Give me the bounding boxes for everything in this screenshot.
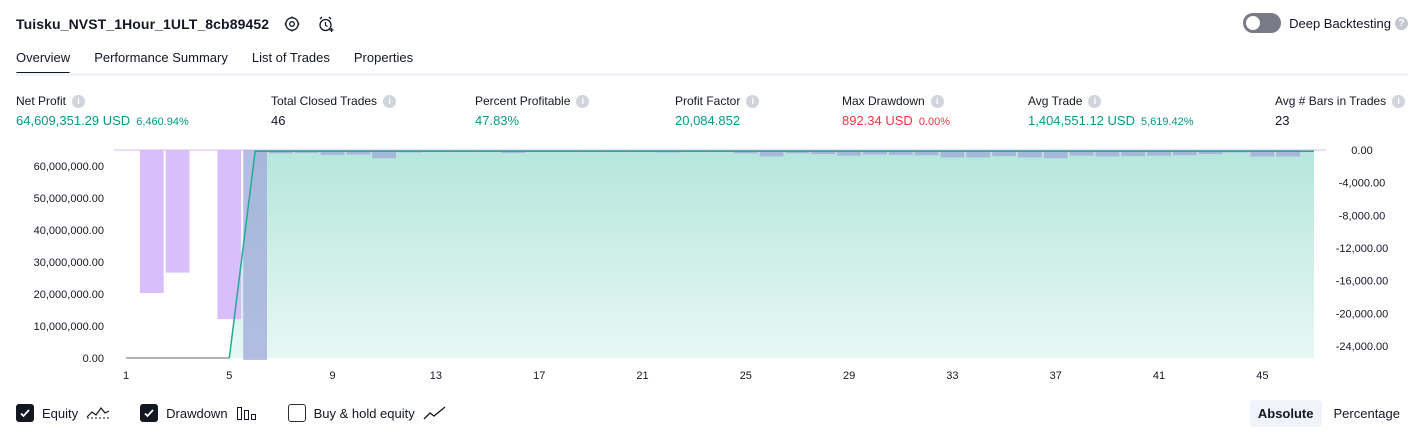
metric-value: 64,609,351.29 USD	[16, 113, 131, 128]
metric-label: Avg # Bars in Trades	[1275, 94, 1387, 108]
absolute-button[interactable]: Absolute	[1249, 400, 1322, 427]
metric-value: 23	[1275, 113, 1290, 128]
legend-equity[interactable]: Equity	[16, 404, 110, 422]
x-tick-label: 1	[123, 370, 129, 382]
right-y-tick-label: -12,000.00	[1336, 243, 1389, 255]
metric-value: 1,404,551.12 USD	[1028, 113, 1135, 128]
x-tick-label: 33	[946, 370, 958, 382]
metric-total-closed-trades: Total Closed Trades i 46	[271, 94, 397, 128]
left-y-tick-label: 30,000,000.00	[34, 257, 104, 269]
value-mode-switch: Absolute Percentage	[1246, 400, 1408, 427]
right-y-axis: 0.00 -4,000.00 -8,000.00 -12,000.00 -16,000.…	[1336, 145, 1389, 353]
metric-avg-trade: Avg Trade i 1,404,551.12 USD 5,619.42%	[1028, 94, 1194, 128]
metric-max-drawdown: Max Drawdown i 892.34 USD 0.00%	[842, 94, 950, 128]
legend-buy-hold[interactable]: Buy & hold equity	[287, 404, 447, 422]
report-tabs: Overview Performance Summary List of Tra…	[16, 44, 437, 75]
x-tick-label: 5	[226, 370, 232, 382]
left-y-tick-label: 60,000,000.00	[34, 161, 104, 173]
tab-list-of-trades[interactable]: List of Trades	[252, 44, 330, 74]
x-tick-label: 21	[636, 370, 648, 382]
strategy-header: Tuisku_NVST_1Hour_1ULT_8cb89452	[16, 12, 337, 36]
metric-percent-profitable: Percent Profitable i 47.83%	[475, 94, 590, 128]
chart-legend: Equity Drawdown Buy & hold equity	[16, 404, 477, 422]
info-icon[interactable]: i	[930, 94, 944, 108]
deep-backtesting-label: Deep Backtesting	[1289, 15, 1391, 31]
left-y-tick-label: 20,000,000.00	[34, 289, 104, 301]
deep-backtesting-toggle[interactable]	[1243, 13, 1282, 33]
left-y-tick-label: 40,000,000.00	[34, 225, 104, 237]
info-icon[interactable]: i	[72, 94, 86, 108]
info-icon[interactable]: i	[383, 94, 397, 108]
info-icon[interactable]: i	[576, 94, 590, 108]
x-tick-label: 17	[533, 370, 545, 382]
right-y-tick-label: -16,000.00	[1336, 276, 1389, 288]
legend-label: Drawdown	[166, 405, 228, 421]
metric-avg-bars-in-trades: Avg # Bars in Trades i 23	[1275, 94, 1406, 128]
metric-sub-value: 0.00%	[918, 116, 951, 128]
metric-value: 46	[271, 113, 286, 128]
drawdown-bar[interactable]	[243, 150, 267, 360]
x-tick-label: 29	[843, 370, 855, 382]
metric-sub-value: 5,619.42%	[1140, 116, 1194, 128]
metric-profit-factor: Profit Factor i 20,084.852	[675, 94, 760, 128]
metric-label: Profit Factor	[675, 94, 741, 108]
x-tick-label: 45	[1256, 370, 1268, 382]
deep-backtesting-toggle-group: Deep Backtesting ?	[1243, 13, 1408, 33]
metrics-row: Net Profit i 64,609,351.29 USD 6,460.94% T…	[0, 94, 1424, 134]
drawdown-bar[interactable]	[165, 150, 190, 273]
metric-label: Net Profit	[16, 94, 67, 108]
right-y-tick-label: -4,000.00	[1339, 178, 1385, 190]
toggle-knob	[1246, 16, 1261, 30]
x-tick-label: 41	[1153, 370, 1165, 382]
equity-drawdown-chart[interactable]: 60,000,000.00 50,000,000.00 40,000,000.00 3…	[0, 140, 1424, 390]
settings-icon[interactable]	[281, 13, 303, 35]
left-y-axis: 60,000,000.00 50,000,000.00 40,000,000.00 3…	[34, 161, 104, 365]
metric-sub-value: 6,460.94%	[136, 116, 189, 128]
equity-line-icon	[86, 405, 110, 421]
equity-area	[114, 149, 1326, 358]
x-tick-label: 9	[330, 370, 336, 382]
x-tick-label: 37	[1050, 370, 1062, 382]
strategy-title: Tuisku_NVST_1Hour_1ULT_8cb89452	[16, 16, 270, 32]
legend-drawdown[interactable]: Drawdown	[140, 404, 257, 422]
metric-value: 47.83%	[475, 113, 520, 128]
buy-hold-line-icon	[423, 405, 447, 421]
drawdown-checkbox[interactable]	[140, 404, 159, 422]
metric-label: Avg Trade	[1028, 94, 1083, 108]
add-alert-icon[interactable]	[315, 13, 337, 35]
legend-label: Buy & hold equity	[313, 405, 415, 421]
drawdown-bars-icon	[236, 405, 258, 421]
right-y-tick-label: 0.00	[1351, 145, 1372, 157]
metric-label: Max Drawdown	[842, 94, 925, 108]
x-tick-label: 13	[430, 370, 442, 382]
left-y-tick-label: 0.00	[83, 353, 104, 365]
tabs-divider	[16, 73, 1408, 76]
percentage-button[interactable]: Percentage	[1326, 400, 1409, 427]
metric-label: Total Closed Trades	[271, 94, 378, 108]
drawdown-bar[interactable]	[139, 150, 164, 293]
metric-value: 892.34 USD	[842, 113, 913, 128]
right-y-tick-label: -8,000.00	[1339, 210, 1385, 222]
left-y-tick-label: 50,000,000.00	[34, 193, 104, 205]
help-icon[interactable]: ?	[1395, 16, 1408, 30]
info-icon[interactable]: i	[1088, 94, 1102, 108]
info-icon[interactable]: i	[746, 94, 760, 108]
buy-hold-checkbox[interactable]	[287, 404, 306, 422]
metric-label: Percent Profitable	[475, 94, 571, 108]
right-y-tick-label: -24,000.00	[1336, 341, 1389, 353]
x-axis: 1 5 9 13 17 21 25 29 33 37 41 45	[123, 370, 1269, 382]
x-tick-label: 25	[740, 370, 752, 382]
right-y-tick-label: -20,000.00	[1336, 308, 1389, 320]
metric-value: 20,084.852	[675, 113, 741, 128]
tab-properties[interactable]: Properties	[354, 44, 413, 74]
equity-checkbox[interactable]	[16, 404, 34, 422]
legend-label: Equity	[42, 405, 79, 421]
tab-overview[interactable]: Overview	[16, 44, 71, 75]
info-icon[interactable]: i	[1392, 94, 1406, 108]
tab-performance-summary[interactable]: Performance Summary	[94, 44, 228, 74]
left-y-tick-label: 10,000,000.00	[34, 321, 104, 333]
metric-net-profit: Net Profit i 64,609,351.29 USD 6,460.94%	[16, 94, 189, 128]
equity-area-fill	[126, 151, 1314, 358]
